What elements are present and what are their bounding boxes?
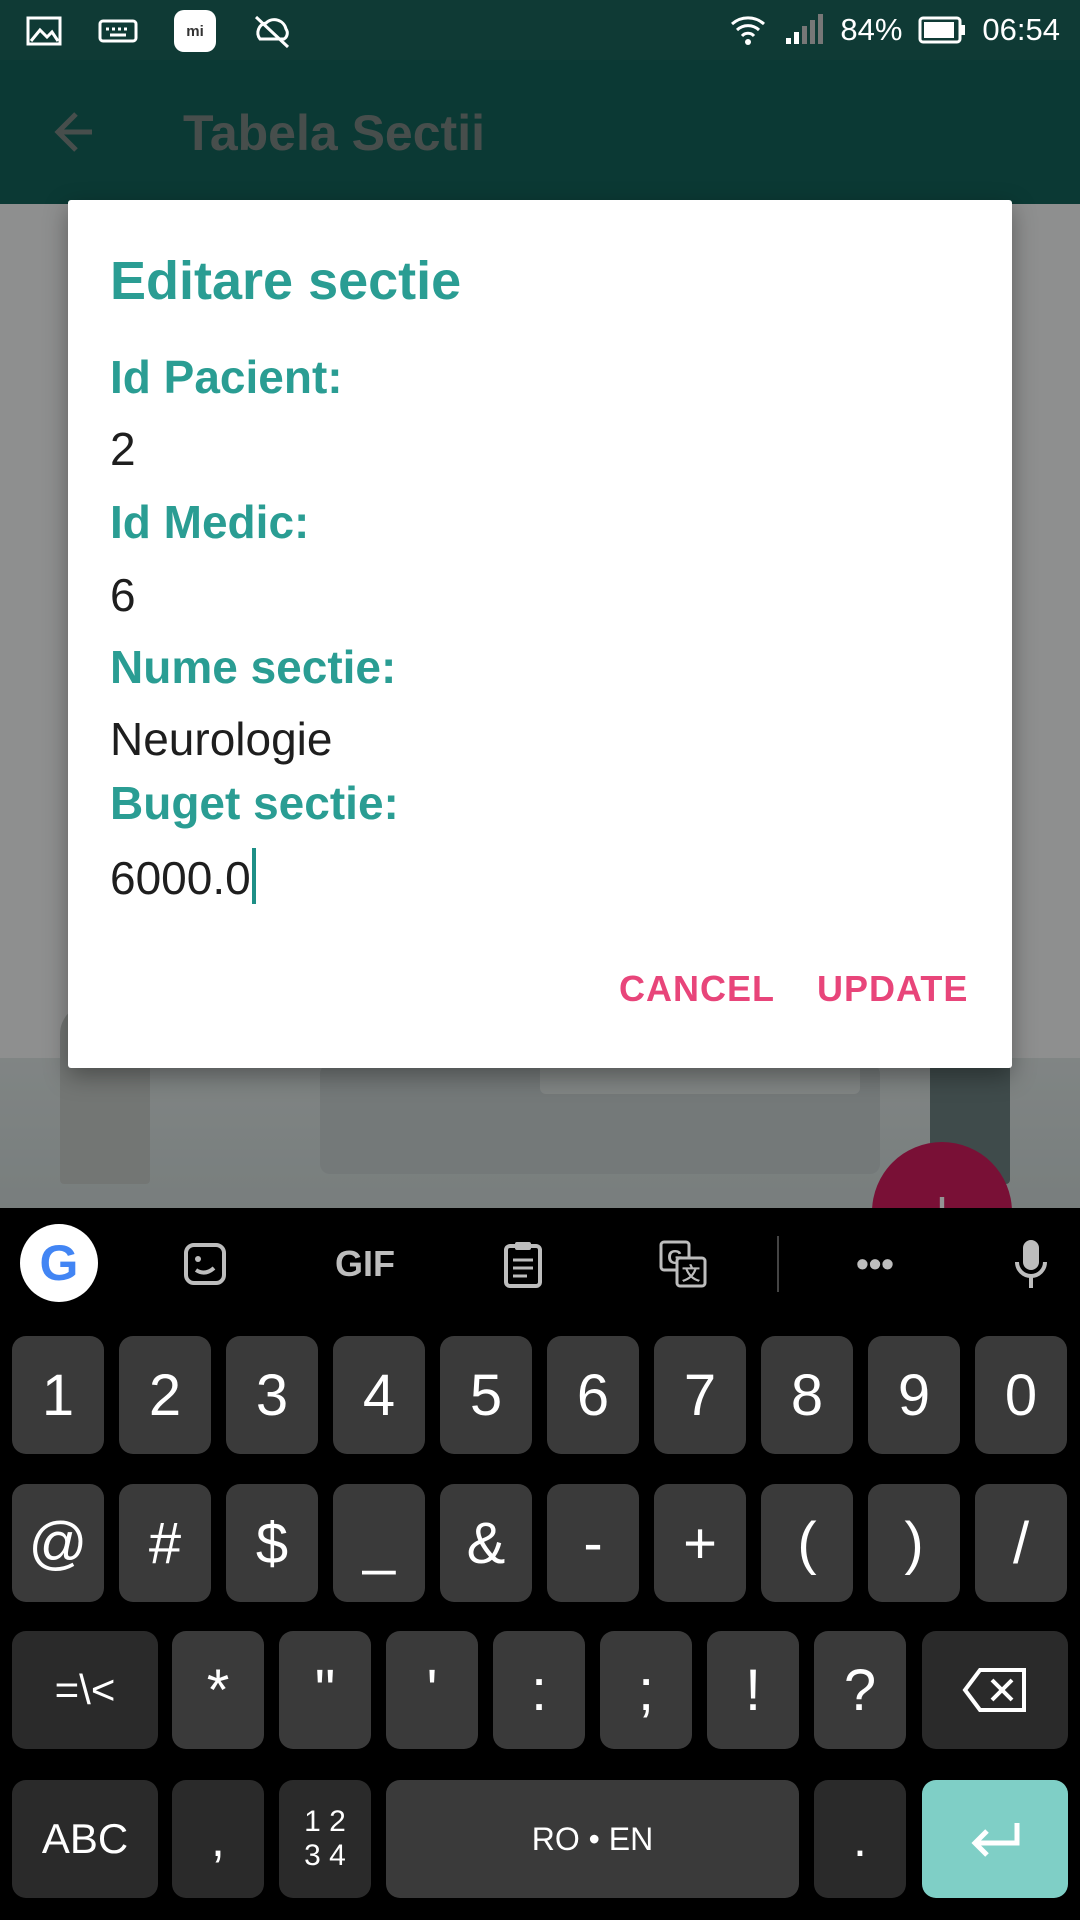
symbol-key-5[interactable]: - (547, 1484, 639, 1602)
enter-icon (971, 1823, 1020, 1857)
numpad-bottom: 3 4 (304, 1839, 346, 1872)
symbol-key-2[interactable]: $ (226, 1484, 318, 1602)
number-key-5[interactable]: 6 (547, 1336, 639, 1454)
key-exclamation[interactable]: ! (707, 1631, 799, 1749)
key-asterisk[interactable]: * (172, 1631, 264, 1749)
space-key[interactable]: RO • EN (386, 1780, 799, 1898)
key-semicolon[interactable]: ; (600, 1631, 692, 1749)
clock: 06:54 (982, 12, 1060, 47)
numpad-key[interactable]: 1 2 3 4 (279, 1780, 371, 1898)
symbol-key-9[interactable]: / (975, 1484, 1067, 1602)
symbol-key-3[interactable]: _ (333, 1484, 425, 1602)
id-pacient-label: Id Pacient: (110, 351, 343, 403)
backspace-key[interactable] (922, 1631, 1068, 1749)
nume-sectie-label: Nume sectie: (110, 641, 397, 693)
translate-icon[interactable]: G文 (658, 1236, 708, 1292)
number-key-0[interactable]: 1 (12, 1336, 104, 1454)
number-key-2[interactable]: 3 (226, 1336, 318, 1454)
gif-button[interactable]: GIF (330, 1236, 400, 1292)
symbol-key-7[interactable]: ( (761, 1484, 853, 1602)
text-cursor (251, 848, 256, 904)
number-key-9[interactable]: 0 (975, 1336, 1067, 1454)
key-double-quote[interactable]: " (279, 1631, 371, 1749)
cancel-button[interactable]: CANCEL (619, 968, 775, 1010)
battery-icon (918, 16, 966, 44)
symbol-key-1[interactable]: # (119, 1484, 211, 1602)
keyboard-toolbar: G GIF G文 ••• (0, 1208, 1080, 1320)
battery-percent: 84% (840, 12, 903, 47)
numpad-top: 1 2 (304, 1805, 346, 1838)
buget-sectie-field[interactable]: 6000.0 (110, 848, 256, 905)
sync-off-icon (254, 15, 290, 49)
number-key-6[interactable]: 7 (654, 1336, 746, 1454)
key-colon[interactable]: : (493, 1631, 585, 1749)
mi-icon: mi (174, 10, 216, 52)
edit-section-dialog: Editare sectie Id Pacient: 2 Id Medic: 6… (68, 200, 1012, 1068)
buget-sectie-label: Buget sectie: (110, 777, 399, 829)
key-period[interactable]: . (814, 1780, 906, 1898)
number-key-8[interactable]: 9 (868, 1336, 960, 1454)
more-icon[interactable]: ••• (848, 1236, 902, 1292)
key-question[interactable]: ? (814, 1631, 906, 1749)
key-apostrophe[interactable]: ' (386, 1631, 478, 1749)
status-bar: mi 84% 06:54 (0, 0, 1080, 60)
enter-key[interactable] (922, 1780, 1068, 1898)
abc-key[interactable]: ABC (12, 1780, 158, 1898)
number-key-3[interactable]: 4 (333, 1336, 425, 1454)
google-icon[interactable]: G (20, 1224, 98, 1302)
buget-sectie-value: 6000.0 (110, 852, 251, 904)
symbol-toggle-key[interactable]: =\< (12, 1631, 158, 1749)
symbol-key-0[interactable]: @ (12, 1484, 104, 1602)
number-key-1[interactable]: 2 (119, 1336, 211, 1454)
symbol-key-8[interactable]: ) (868, 1484, 960, 1602)
toolbar-separator (777, 1236, 779, 1292)
symbol-key-4[interactable]: & (440, 1484, 532, 1602)
wifi-icon (731, 16, 766, 45)
keyboard: G GIF G文 ••• 1234567890 @ # $ _ & - +() / =\< *… (0, 1208, 1080, 1920)
key-comma[interactable]: , (172, 1780, 264, 1898)
sticker-icon[interactable] (180, 1236, 230, 1292)
svg-text:文: 文 (682, 1263, 701, 1285)
id-medic-label: Id Medic: (110, 496, 310, 548)
backspace-icon (962, 1668, 1026, 1712)
microphone-icon[interactable] (1010, 1236, 1052, 1292)
id-pacient-field[interactable]: 2 (110, 422, 136, 476)
clipboard-icon[interactable] (500, 1236, 546, 1292)
number-key-7[interactable]: 8 (761, 1336, 853, 1454)
dialog-title: Editare sectie (110, 251, 462, 311)
signal-icon (786, 14, 824, 44)
nume-sectie-field[interactable]: Neurologie (110, 712, 332, 766)
keyboard-icon (98, 19, 138, 43)
number-key-4[interactable]: 5 (440, 1336, 532, 1454)
id-medic-field[interactable]: 6 (110, 568, 136, 622)
symbol-key-6[interactable]: + (654, 1484, 746, 1602)
gallery-icon (26, 16, 62, 46)
update-button[interactable]: UPDATE (817, 968, 968, 1010)
